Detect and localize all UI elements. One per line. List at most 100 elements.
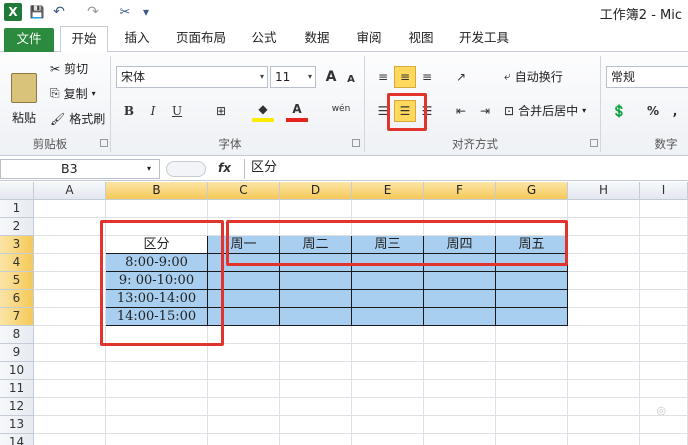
cell-e6[interactable]	[352, 290, 424, 308]
row-header-5[interactable]: 5	[0, 272, 34, 290]
cell-a10[interactable]	[34, 362, 106, 380]
cell-b9[interactable]	[106, 344, 208, 362]
cell-h11[interactable]	[568, 380, 640, 398]
cell-h6[interactable]	[568, 290, 640, 308]
cell-a4[interactable]	[34, 254, 106, 272]
row-header-10[interactable]: 10	[0, 362, 34, 380]
cell-i8[interactable]	[640, 326, 688, 344]
cell-e11[interactable]	[352, 380, 424, 398]
row-header-14[interactable]: 14	[0, 434, 34, 445]
font-color-icon[interactable]: A	[286, 100, 308, 122]
tab-home[interactable]: 开始	[60, 26, 108, 53]
font-name-combo[interactable]: 宋体 ▾	[116, 66, 268, 88]
cell-a3[interactable]	[34, 236, 106, 254]
column-header-g[interactable]: G	[496, 182, 568, 200]
clipboard-launcher-icon[interactable]	[100, 139, 108, 147]
cell-e12[interactable]	[352, 398, 424, 416]
cell-d5[interactable]	[280, 272, 352, 290]
tab-file[interactable]: 文件	[4, 28, 54, 52]
cell-i6[interactable]	[640, 290, 688, 308]
cell-e9[interactable]	[352, 344, 424, 362]
cell-a14[interactable]	[34, 434, 106, 445]
border-icon[interactable]: ⊞	[210, 100, 232, 122]
redo-icon[interactable]: ↷	[84, 3, 102, 21]
cell-e7[interactable]	[352, 308, 424, 326]
cell-g11[interactable]	[496, 380, 568, 398]
column-header-c[interactable]: C	[208, 182, 280, 200]
cell-g6[interactable]	[496, 290, 568, 308]
cell-h14[interactable]	[568, 434, 640, 445]
cell-g7[interactable]	[496, 308, 568, 326]
cell-a6[interactable]	[34, 290, 106, 308]
cell-a7[interactable]	[34, 308, 106, 326]
tab-review[interactable]: 审阅	[348, 26, 390, 52]
cell-c10[interactable]	[208, 362, 280, 380]
cell-f8[interactable]	[424, 326, 496, 344]
cell-h5[interactable]	[568, 272, 640, 290]
row-header-11[interactable]: 11	[0, 380, 34, 398]
number-format-combo[interactable]: 常规	[606, 66, 688, 88]
row-header-13[interactable]: 13	[0, 416, 34, 434]
tab-formulas[interactable]: 公式	[244, 26, 284, 52]
cell-a2[interactable]	[34, 218, 106, 236]
cell-e13[interactable]	[352, 416, 424, 434]
cell-f11[interactable]	[424, 380, 496, 398]
row-header-8[interactable]: 8	[0, 326, 34, 344]
cell-c12[interactable]	[208, 398, 280, 416]
font-launcher-icon[interactable]	[352, 139, 360, 147]
cell-d10[interactable]	[280, 362, 352, 380]
cell-b13[interactable]	[106, 416, 208, 434]
cell-i13[interactable]	[640, 416, 688, 434]
cell-f14[interactable]	[424, 434, 496, 445]
formula-input[interactable]: 区分	[244, 159, 688, 179]
cell-f6[interactable]	[424, 290, 496, 308]
cell-f12[interactable]	[424, 398, 496, 416]
cell-i5[interactable]	[640, 272, 688, 290]
row-header-3[interactable]: 3	[0, 236, 34, 254]
cell-g1[interactable]	[496, 200, 568, 218]
tab-developer[interactable]: 开发工具	[452, 26, 516, 52]
column-header-a[interactable]: A	[34, 182, 106, 200]
percent-button[interactable]: %	[642, 100, 664, 122]
row-header-9[interactable]: 9	[0, 344, 34, 362]
cell-f5[interactable]	[424, 272, 496, 290]
comma-button[interactable]: ,	[664, 100, 686, 122]
cell-c1[interactable]	[208, 200, 280, 218]
cell-c14[interactable]	[208, 434, 280, 445]
select-all-corner[interactable]	[0, 182, 34, 200]
cell-d7[interactable]	[280, 308, 352, 326]
align-top-icon[interactable]: ≡	[372, 66, 394, 88]
cell-i3[interactable]	[640, 236, 688, 254]
cell-g10[interactable]	[496, 362, 568, 380]
cell-i1[interactable]	[640, 200, 688, 218]
cell-e8[interactable]	[352, 326, 424, 344]
merge-center-button[interactable]: ⊡ 合并后居中 ▾	[504, 102, 586, 119]
cell-h2[interactable]	[568, 218, 640, 236]
cell-f1[interactable]	[424, 200, 496, 218]
cell-g5[interactable]	[496, 272, 568, 290]
cell-i12[interactable]	[640, 398, 688, 416]
cell-a12[interactable]	[34, 398, 106, 416]
tab-data[interactable]: 数据	[296, 26, 338, 52]
cell-h3[interactable]	[568, 236, 640, 254]
cell-d1[interactable]	[280, 200, 352, 218]
cell-i4[interactable]	[640, 254, 688, 272]
cell-a13[interactable]	[34, 416, 106, 434]
row-header-4[interactable]: 4	[0, 254, 34, 272]
insert-function-button[interactable]: fx	[218, 161, 231, 175]
cell-c13[interactable]	[208, 416, 280, 434]
wrap-text-button[interactable]: ⤶ 自动换行	[504, 68, 563, 85]
cell-a11[interactable]	[34, 380, 106, 398]
column-header-b[interactable]: B	[106, 182, 208, 200]
decrease-indent-icon[interactable]: ⇤	[450, 100, 472, 122]
cell-d6[interactable]	[280, 290, 352, 308]
column-header-e[interactable]: E	[352, 182, 424, 200]
cell-i7[interactable]	[640, 308, 688, 326]
cell-d11[interactable]	[280, 380, 352, 398]
cell-d8[interactable]	[280, 326, 352, 344]
tab-page-layout[interactable]: 页面布局	[166, 26, 236, 52]
save-icon[interactable]: 💾	[28, 3, 46, 21]
tab-view[interactable]: 视图	[400, 26, 442, 52]
customize-quick-access-icon[interactable]: ▾	[140, 3, 152, 21]
cell-a5[interactable]	[34, 272, 106, 290]
